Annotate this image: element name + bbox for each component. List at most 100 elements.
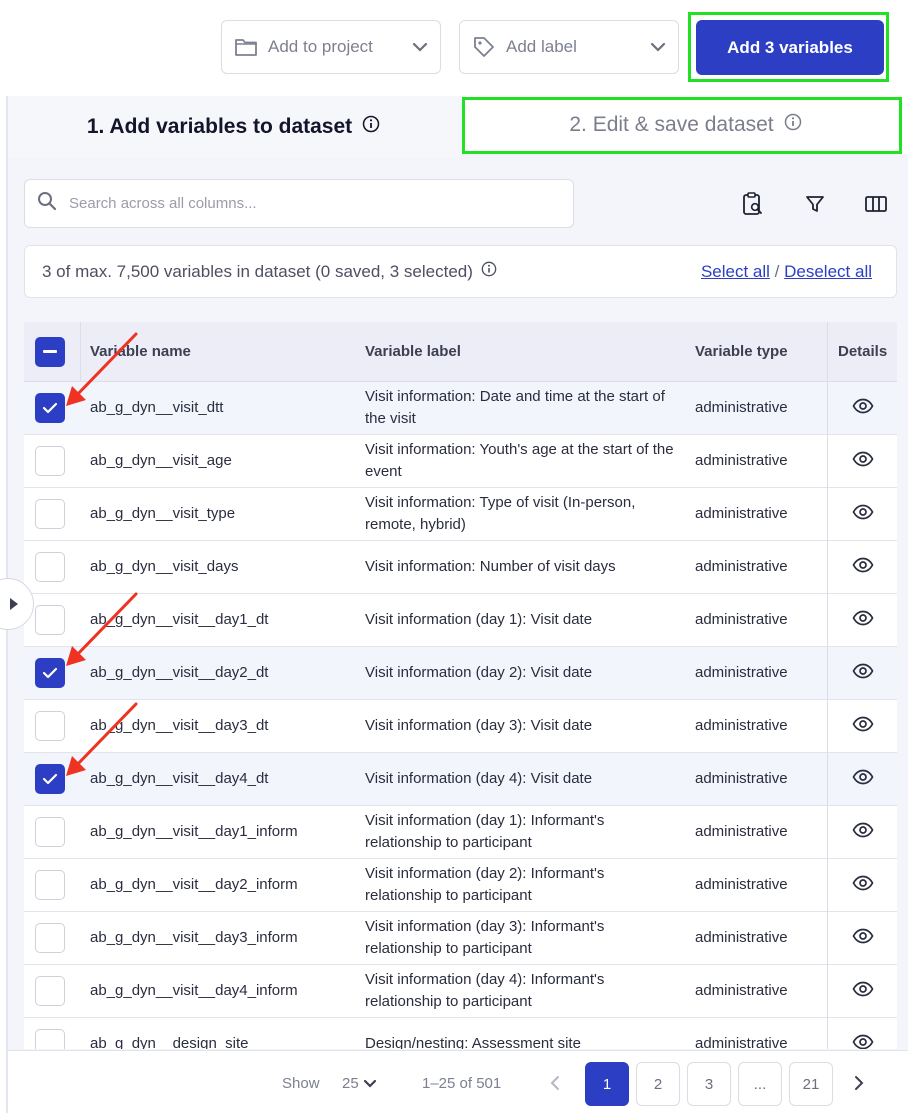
table-row[interactable]: ab_g_dyn__visit_days Visit information: N… [24, 541, 897, 594]
variable-label-cell: Visit information: Type of visit (In-per… [365, 494, 636, 533]
variable-label-cell: Design/nesting: Assessment site [365, 1035, 581, 1049]
table-row[interactable]: ab_g_dyn__visit__day1_inform Visit inform… [24, 806, 897, 859]
eye-icon[interactable] [852, 1034, 874, 1049]
link-separator: / [774, 262, 780, 281]
row-checkbox[interactable] [35, 711, 65, 741]
info-icon[interactable] [784, 113, 802, 137]
eye-icon[interactable] [852, 398, 874, 419]
add-to-project-label: Add to project [268, 37, 373, 56]
eye-icon[interactable] [852, 928, 874, 949]
variable-label-cell: Visit information (day 1): Visit date [365, 611, 593, 628]
variable-type-cell: administrative [695, 452, 788, 469]
variable-name-cell: ab_g_dyn__visit_age [90, 452, 232, 469]
row-checkbox[interactable] [35, 817, 65, 847]
table-row[interactable]: ab_g_dyn__visit_dtt Visit information: Da… [24, 382, 897, 435]
row-checkbox[interactable] [35, 393, 65, 423]
page-button-3[interactable]: 3 [687, 1062, 731, 1106]
eye-icon[interactable] [852, 981, 874, 1002]
eye-icon[interactable] [852, 663, 874, 684]
checkmark-icon [42, 667, 58, 679]
table-row[interactable]: ab_g_dyn__visit__day3_inform Visit inform… [24, 912, 897, 965]
column-header-variable-name[interactable]: Variable name [90, 343, 191, 360]
table-row[interactable]: ab_g_dyn__visit_age Visit information: Yo… [24, 435, 897, 488]
eye-icon[interactable] [852, 504, 874, 525]
row-checkbox[interactable] [35, 552, 65, 582]
previous-page-icon[interactable] [550, 1075, 560, 1096]
chevron-down-icon [363, 1079, 376, 1088]
row-checkbox[interactable] [35, 923, 65, 953]
page-button-1[interactable]: 1 [585, 1062, 629, 1106]
eye-icon[interactable] [852, 610, 874, 631]
variable-label-cell: Visit information (day 2): Informant's r… [365, 865, 605, 904]
eye-icon[interactable] [852, 875, 874, 896]
table-row[interactable]: ab_g_dyn__visit__day2_dt Visit informatio… [24, 647, 897, 700]
table-row[interactable]: ab_g_dyn__visit_type Visit information: T… [24, 488, 897, 541]
column-header-variable-label[interactable]: Variable label [365, 343, 461, 360]
info-icon[interactable] [481, 261, 497, 282]
table-row[interactable]: ab_g_dyn__visit__day4_dt Visit informatio… [24, 753, 897, 806]
variable-type-cell: administrative [695, 664, 788, 681]
eye-icon[interactable] [852, 822, 874, 843]
eye-icon[interactable] [852, 716, 874, 737]
row-checkbox[interactable] [35, 446, 65, 476]
clipboard-search-icon[interactable] [739, 190, 767, 218]
filter-icon[interactable] [801, 190, 829, 218]
select-all-link[interactable]: Select all [701, 262, 770, 281]
row-checkbox[interactable] [35, 870, 65, 900]
page-ellipsis[interactable]: ... [738, 1062, 782, 1106]
table-row[interactable]: ab_g_dyn__visit__day4_inform Visit inform… [24, 965, 897, 1018]
variable-name-cell: ab_g_dyn__visit_days [90, 558, 239, 575]
eye-icon[interactable] [852, 557, 874, 578]
page-button-21[interactable]: 21 [789, 1062, 833, 1106]
variables-table: Variable name Variable label Variable ty… [24, 322, 897, 1049]
page-button-2[interactable]: 2 [636, 1062, 680, 1106]
table-row[interactable]: ab_g_dyn__visit__day3_dt Visit informatio… [24, 700, 897, 753]
info-icon[interactable] [362, 115, 380, 139]
variable-label-cell: Visit information (day 3): Visit date [365, 717, 593, 734]
variable-type-cell: administrative [695, 717, 788, 734]
checkmark-icon [42, 773, 58, 785]
select-all-checkbox[interactable] [35, 337, 65, 367]
variable-type-cell: administrative [695, 770, 788, 787]
table-row[interactable]: ab_g_dyn__visit__day2_inform Visit inform… [24, 859, 897, 912]
add-label-dropdown[interactable]: Add label [459, 20, 679, 74]
search-bar [24, 179, 574, 228]
next-page-icon[interactable] [854, 1075, 864, 1096]
eye-icon[interactable] [852, 769, 874, 790]
row-checkbox[interactable] [35, 605, 65, 635]
row-checkbox[interactable] [35, 1029, 65, 1049]
row-checkbox[interactable] [35, 499, 65, 529]
variable-label-cell: Visit information (day 2): Visit date [365, 664, 593, 681]
variable-name-cell: ab_g_dyn__visit__day4_inform [90, 982, 298, 999]
column-header-details: Details [838, 343, 888, 360]
tab-edit-save-dataset[interactable]: 2. Edit & save dataset [463, 96, 908, 154]
row-checkbox[interactable] [35, 976, 65, 1006]
tab-edit-save-label: 2. Edit & save dataset [569, 113, 774, 136]
table-row[interactable]: ab_g_dyn__design_site Design/nesting: Ass… [24, 1018, 897, 1049]
column-header-variable-type[interactable]: Variable type [695, 343, 788, 360]
page-size-select[interactable]: 25 [342, 1075, 377, 1092]
search-input[interactable] [69, 195, 549, 212]
add-to-project-dropdown[interactable]: Add to project [221, 20, 441, 74]
variable-name-cell: ab_g_dyn__visit_type [90, 505, 236, 522]
variable-type-cell: administrative [695, 929, 788, 946]
variable-name-cell: ab_g_dyn__visit_dtt [90, 399, 224, 416]
variable-type-cell: administrative [695, 611, 788, 628]
table-row[interactable]: ab_g_dyn__visit__day1_dt Visit informatio… [24, 594, 897, 647]
chevron-down-icon [650, 42, 666, 52]
variable-name-cell: ab_g_dyn__visit__day3_dt [90, 717, 269, 734]
tag-icon [472, 35, 496, 59]
tab-add-variables[interactable]: 1. Add variables to dataset [8, 96, 459, 158]
selection-status-bar: 3 of max. 7,500 variables in dataset (0 … [24, 245, 897, 298]
variable-name-cell: ab_g_dyn__visit__day3_inform [90, 929, 298, 946]
variable-label-cell: Visit information (day 1): Informant's r… [365, 812, 605, 851]
add-variables-button[interactable]: Add 3 variables [696, 20, 884, 75]
eye-icon[interactable] [852, 451, 874, 472]
row-checkbox[interactable] [35, 658, 65, 688]
variable-type-cell: administrative [695, 1035, 788, 1049]
row-checkbox[interactable] [35, 764, 65, 794]
deselect-all-link[interactable]: Deselect all [784, 262, 872, 281]
search-icon [37, 191, 57, 216]
columns-icon[interactable] [862, 190, 890, 218]
variable-label-cell: Visit information: Date and time at the … [365, 388, 665, 427]
